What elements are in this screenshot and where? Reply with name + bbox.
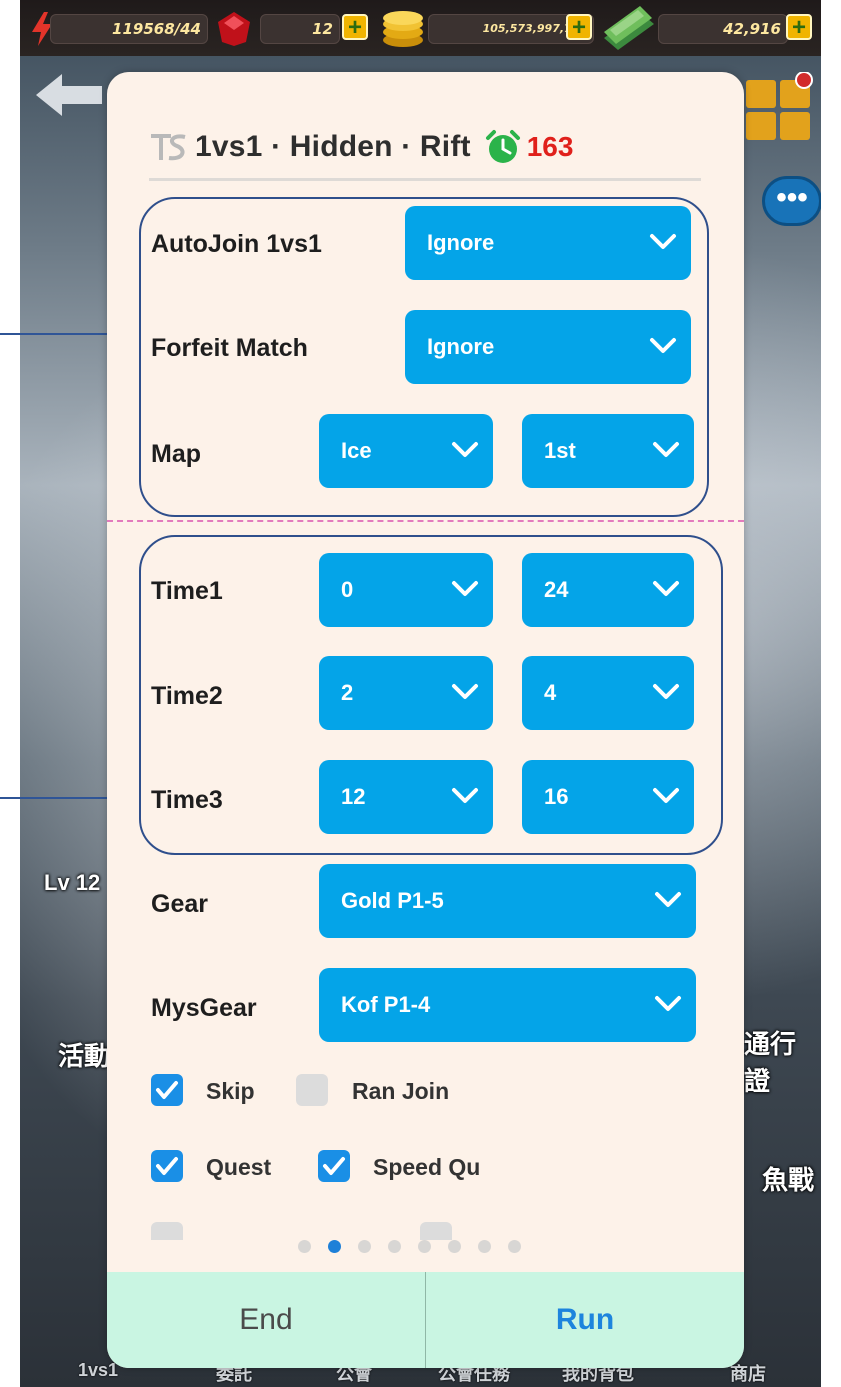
- alarm-clock-icon: [485, 130, 520, 163]
- time1-start-value: 0: [341, 577, 354, 602]
- pass-label[interactable]: 通行證: [744, 1024, 821, 1098]
- time2-start-value: 2: [341, 680, 354, 705]
- fish-battle-label[interactable]: 魚戰: [762, 1160, 814, 1197]
- time3-start-dropdown[interactable]: 12: [319, 760, 493, 834]
- gems-counter: 12: [260, 14, 340, 44]
- skip-checkbox[interactable]: [151, 1074, 183, 1106]
- page-dot[interactable]: [298, 1240, 311, 1253]
- cash-counter: 42,916: [658, 14, 788, 44]
- chevron-down-icon: [653, 581, 679, 596]
- forfeit-label: Forfeit Match: [151, 334, 308, 362]
- page-dot[interactable]: [388, 1240, 401, 1253]
- page-dot[interactable]: [418, 1240, 431, 1253]
- quest-label[interactable]: Quest: [206, 1154, 271, 1181]
- section-divider: [107, 520, 744, 522]
- autojoin-dropdown[interactable]: Ignore: [405, 206, 691, 280]
- chevron-down-icon: [650, 338, 676, 353]
- time2-end-dropdown[interactable]: 4: [522, 656, 694, 730]
- autojoin-label: AutoJoin 1vs1: [151, 230, 322, 258]
- time1-label: Time1: [151, 577, 223, 605]
- gear-dropdown[interactable]: Gold P1-5: [319, 864, 696, 938]
- time2-start-dropdown[interactable]: 2: [319, 656, 493, 730]
- run-button[interactable]: Run: [426, 1272, 744, 1368]
- ruby-icon: [218, 12, 250, 46]
- dialog-footer: End Run: [107, 1272, 744, 1368]
- map-slot-dropdown[interactable]: 1st: [522, 414, 694, 488]
- autojoin-value: Ignore: [427, 230, 495, 255]
- end-button[interactable]: End: [107, 1272, 426, 1368]
- time3-label: Time3: [151, 786, 223, 814]
- speed-quest-checkbox[interactable]: [318, 1150, 350, 1182]
- time3-end-dropdown[interactable]: 16: [522, 760, 694, 834]
- energy-counter: 119568/44: [50, 14, 208, 44]
- chevron-down-icon: [452, 581, 478, 596]
- chevron-down-icon: [653, 442, 679, 457]
- add-coins-button[interactable]: +: [566, 14, 592, 40]
- hidden-checkbox[interactable]: [420, 1222, 452, 1240]
- coin-stack-icon: [383, 11, 423, 47]
- hidden-checkbox[interactable]: [151, 1222, 183, 1240]
- map-label: Map: [151, 440, 201, 468]
- forfeit-value: Ignore: [427, 334, 495, 359]
- time2-end-value: 4: [544, 680, 557, 705]
- time2-label: Time2: [151, 682, 223, 710]
- speed-quest-label[interactable]: Speed Qu: [373, 1154, 480, 1181]
- time1-end-value: 24: [544, 577, 569, 602]
- chevron-down-icon: [452, 788, 478, 803]
- grid-menu-icon[interactable]: [744, 72, 816, 144]
- settings-dialog: 1vs1 · Hidden · Rift 163 AutoJoin 1vs1 I…: [107, 72, 744, 1368]
- map-type-value: Ice: [341, 438, 372, 463]
- dialog-title-row: 1vs1 · Hidden · Rift 163: [149, 124, 573, 170]
- chevron-down-icon: [650, 234, 676, 249]
- ran-join-checkbox[interactable]: [296, 1074, 328, 1106]
- level-label: Lv 12: [44, 870, 101, 895]
- mysgear-label: MysGear: [151, 994, 257, 1022]
- chevron-down-icon: [653, 684, 679, 699]
- page-dot[interactable]: [448, 1240, 461, 1253]
- countdown-timer: 163: [526, 131, 574, 162]
- chevron-down-icon: [655, 892, 681, 907]
- mysgear-dropdown[interactable]: Kof P1-4: [319, 968, 696, 1042]
- more-icon[interactable]: •••: [762, 176, 821, 226]
- checkmark-icon: [156, 1157, 178, 1175]
- time1-start-dropdown[interactable]: 0: [319, 553, 493, 627]
- cash-stack-icon: [604, 6, 654, 50]
- page-dot[interactable]: [508, 1240, 521, 1253]
- page-dot[interactable]: [478, 1240, 491, 1253]
- back-arrow-icon[interactable]: [36, 74, 104, 116]
- forfeit-dropdown[interactable]: Ignore: [405, 310, 691, 384]
- time3-end-value: 16: [544, 784, 569, 809]
- title-divider: [149, 178, 701, 181]
- map-slot-value: 1st: [544, 438, 576, 463]
- page-dot[interactable]: [358, 1240, 371, 1253]
- ran-join-label[interactable]: Ran Join: [352, 1078, 449, 1105]
- chevron-down-icon: [655, 996, 681, 1011]
- add-cash-button[interactable]: +: [786, 14, 812, 40]
- add-gems-button[interactable]: +: [342, 14, 368, 40]
- page-dot-active[interactable]: [328, 1240, 341, 1253]
- chevron-down-icon: [452, 442, 478, 457]
- chevron-down-icon: [452, 684, 478, 699]
- checkmark-icon: [156, 1081, 178, 1099]
- mysgear-value: Kof P1-4: [341, 992, 431, 1017]
- dialog-title: 1vs1 · Hidden · Rift: [195, 130, 471, 163]
- time1-end-dropdown[interactable]: 24: [522, 553, 694, 627]
- event-label[interactable]: 活動: [58, 1036, 110, 1073]
- resource-bar: 119568/44 12 + 105,573,997,705 + 42,916 …: [20, 0, 821, 56]
- quest-checkbox[interactable]: [151, 1150, 183, 1182]
- chevron-down-icon: [653, 788, 679, 803]
- time3-start-value: 12: [341, 784, 366, 809]
- app-logo-icon: [151, 134, 186, 161]
- page-indicator: [298, 1240, 521, 1254]
- gear-label: Gear: [151, 890, 208, 918]
- gear-value: Gold P1-5: [341, 888, 444, 913]
- checkmark-icon: [323, 1157, 345, 1175]
- skip-label[interactable]: Skip: [206, 1078, 255, 1105]
- map-type-dropdown[interactable]: Ice: [319, 414, 493, 488]
